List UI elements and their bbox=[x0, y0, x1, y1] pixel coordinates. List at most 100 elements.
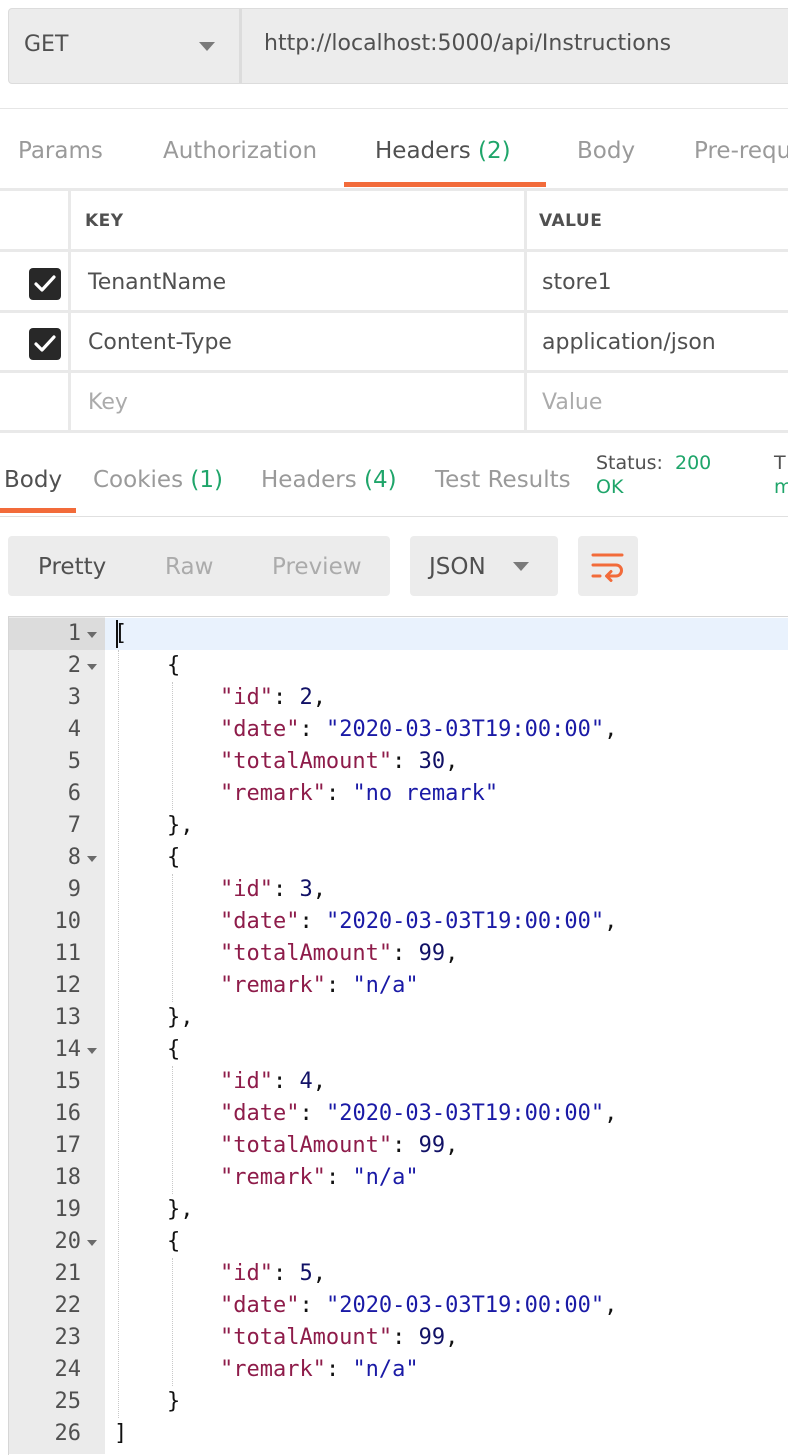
code-line: "remark": "no remark" bbox=[219, 781, 499, 806]
line-number: 15 bbox=[54, 1069, 82, 1094]
header-value-cell[interactable]: store1 bbox=[542, 270, 612, 295]
line-number: 3 bbox=[67, 685, 81, 710]
checkmark-icon bbox=[34, 275, 56, 292]
method-label: GET bbox=[24, 32, 69, 57]
status-label: Status: bbox=[596, 452, 663, 474]
active-tab-indicator bbox=[344, 182, 546, 187]
tab-params[interactable]: Params bbox=[18, 138, 103, 164]
code-line: }, bbox=[166, 813, 194, 838]
active-tab-indicator bbox=[0, 508, 76, 513]
code-line: "totalAmount": 99, bbox=[219, 941, 459, 966]
table-divider bbox=[68, 190, 71, 430]
code-line: { bbox=[166, 1037, 181, 1062]
line-number: 2 bbox=[67, 653, 81, 678]
fold-arrow-icon[interactable] bbox=[87, 1048, 97, 1054]
wrap-lines-icon bbox=[591, 553, 624, 582]
line-number: 26 bbox=[54, 1421, 82, 1446]
new-key-input[interactable]: Key bbox=[88, 390, 128, 415]
code-line: "id": 5, bbox=[219, 1261, 326, 1286]
active-line-highlight bbox=[105, 618, 788, 650]
table-divider bbox=[0, 188, 788, 191]
view-preview-button[interactable]: Preview bbox=[272, 554, 362, 580]
code-line: "remark": "n/a" bbox=[219, 973, 419, 998]
chevron-down-icon[interactable] bbox=[199, 42, 215, 51]
wrap-lines-button[interactable] bbox=[578, 536, 638, 596]
table-divider bbox=[524, 190, 527, 430]
line-number: 18 bbox=[54, 1165, 82, 1190]
row-enabled-checkbox[interactable] bbox=[29, 268, 61, 300]
line-number: 23 bbox=[54, 1325, 82, 1350]
time-value: m bbox=[774, 476, 788, 498]
tab-authorization-label: Authorization bbox=[163, 138, 318, 164]
tab-body-label: Body bbox=[577, 138, 636, 164]
status-text: OK bbox=[596, 476, 624, 498]
line-number: 9 bbox=[67, 877, 81, 902]
fold-arrow-icon[interactable] bbox=[87, 664, 97, 670]
header-key-cell[interactable]: TenantName bbox=[88, 270, 226, 295]
code-line: { bbox=[166, 653, 181, 678]
tab-headers[interactable]: Headers (2) bbox=[375, 138, 511, 164]
code-line: } bbox=[166, 1389, 181, 1414]
header-value-cell[interactable]: application/json bbox=[542, 330, 716, 355]
checkmark-icon bbox=[34, 335, 56, 352]
header-key-cell[interactable]: Content-Type bbox=[88, 330, 232, 355]
tab-headers-count: (2) bbox=[478, 138, 511, 164]
line-number: 5 bbox=[67, 749, 81, 774]
fold-arrow-icon[interactable] bbox=[87, 632, 97, 638]
row-enabled-checkbox[interactable] bbox=[29, 328, 61, 360]
view-pretty-button[interactable]: Pretty bbox=[38, 554, 106, 580]
line-number: 6 bbox=[67, 781, 81, 806]
code-line: }, bbox=[166, 1005, 194, 1030]
tab-response-body[interactable]: Body bbox=[4, 467, 62, 493]
tab-response-headers[interactable]: Headers (4) bbox=[261, 467, 397, 493]
column-header-key: KEY bbox=[85, 211, 124, 231]
code-line: { bbox=[166, 845, 181, 870]
code-line: "id": 4, bbox=[219, 1069, 326, 1094]
tab-cookies[interactable]: Cookies (1) bbox=[93, 467, 223, 493]
url-text: http://localhost:5000/api/Instructions bbox=[264, 31, 672, 56]
tab-body[interactable]: Body bbox=[577, 138, 635, 164]
line-number: 13 bbox=[54, 1005, 82, 1030]
line-number: 25 bbox=[54, 1389, 82, 1414]
code-line: "date": "2020-03-03T19:00:00", bbox=[219, 1101, 618, 1126]
line-number: 14 bbox=[54, 1037, 82, 1062]
table-divider bbox=[0, 310, 788, 313]
line-number: 10 bbox=[54, 909, 82, 934]
code-line: "totalAmount": 99, bbox=[219, 1325, 459, 1350]
fold-arrow-icon[interactable] bbox=[87, 856, 97, 862]
tab-pre-request[interactable]: Pre-requ bbox=[694, 138, 788, 164]
line-number: 8 bbox=[67, 845, 81, 870]
line-number: 17 bbox=[54, 1133, 82, 1158]
chevron-down-icon[interactable] bbox=[513, 562, 529, 571]
line-number: 11 bbox=[54, 941, 82, 966]
format-label: JSON bbox=[429, 554, 486, 580]
code-line: "id": 3, bbox=[219, 877, 326, 902]
code-line: "date": "2020-03-03T19:00:00", bbox=[219, 909, 618, 934]
tab-pre-request-label: Pre-requ bbox=[694, 138, 788, 164]
tab-test-results[interactable]: Test Results bbox=[435, 467, 571, 493]
tab-test-results-label: Test Results bbox=[435, 467, 571, 493]
code-line: "id": 2, bbox=[219, 685, 326, 710]
table-divider bbox=[0, 370, 788, 373]
fold-arrow-icon[interactable] bbox=[87, 1240, 97, 1246]
tab-response-headers-count: (4) bbox=[364, 467, 397, 493]
code-line: ] bbox=[114, 1421, 128, 1446]
tab-authorization[interactable]: Authorization bbox=[163, 138, 317, 164]
view-raw-button[interactable]: Raw bbox=[165, 554, 213, 580]
new-value-input[interactable]: Value bbox=[542, 390, 602, 415]
line-number: 1 bbox=[67, 621, 81, 646]
tab-headers-label: Headers bbox=[375, 138, 471, 164]
code-line: "remark": "n/a" bbox=[219, 1165, 419, 1190]
table-divider bbox=[0, 249, 788, 252]
status-code: 200 bbox=[675, 452, 712, 474]
tab-cookies-count: (1) bbox=[190, 467, 223, 493]
tab-cookies-label: Cookies bbox=[93, 467, 184, 493]
line-number: 4 bbox=[67, 717, 81, 742]
line-number: 19 bbox=[54, 1197, 82, 1222]
code-line: "date": "2020-03-03T19:00:00", bbox=[219, 717, 618, 742]
text-cursor bbox=[116, 620, 118, 648]
time-label: T bbox=[774, 452, 786, 474]
tab-params-label: Params bbox=[18, 138, 103, 164]
line-number: 24 bbox=[54, 1357, 82, 1382]
line-number: 21 bbox=[54, 1261, 82, 1286]
